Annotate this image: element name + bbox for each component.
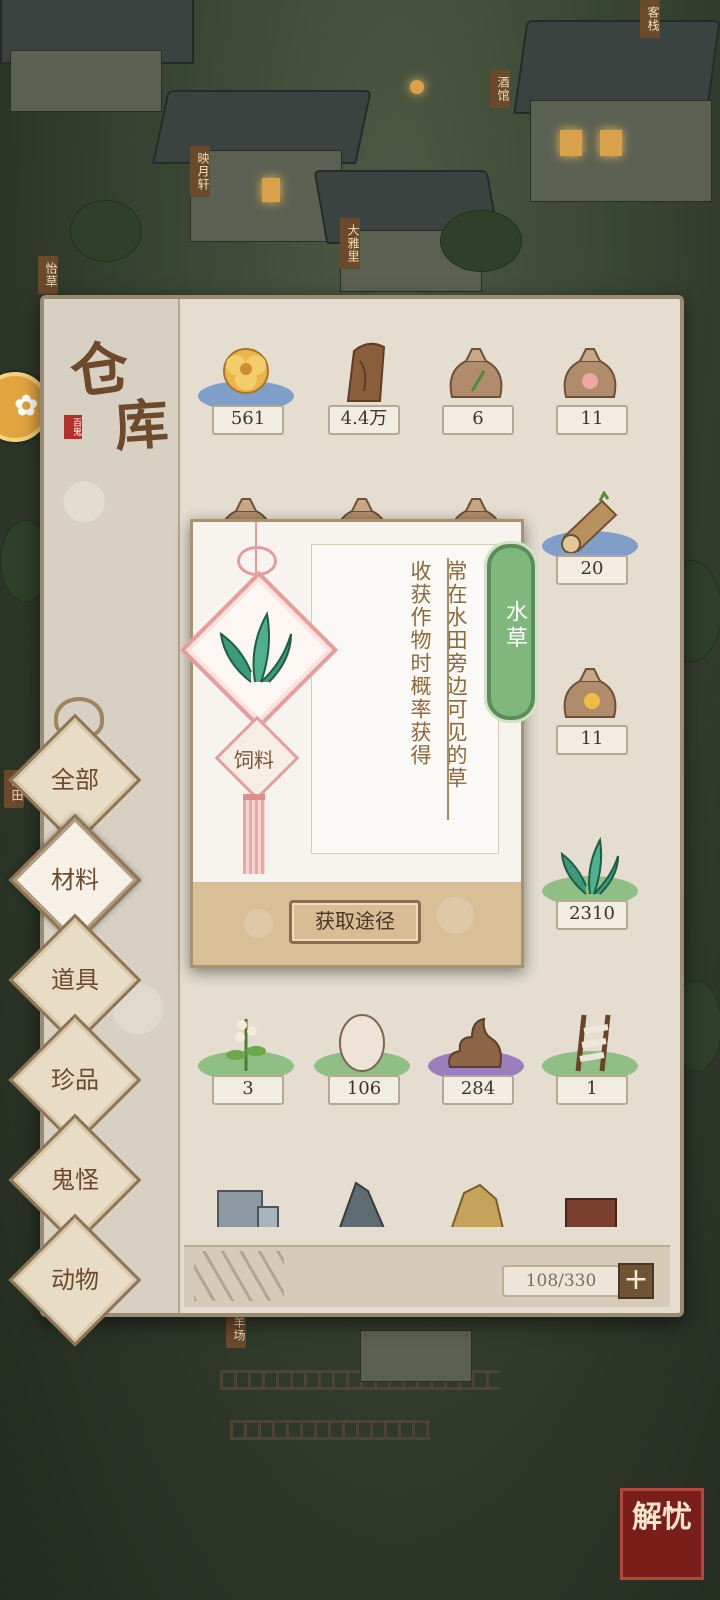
tree-trunk-icon — [346, 342, 386, 402]
item-count: 1 — [556, 1075, 628, 1105]
brick-icon — [565, 1198, 617, 1227]
herb-seed-bag-icon — [449, 348, 503, 398]
expand-capacity-button[interactable]: + — [618, 1263, 654, 1299]
warehouse-footer: 108/330 + — [184, 1245, 670, 1307]
side-event-icon: ✿ — [14, 389, 38, 422]
warehouse-title: 仓 库 百鬼 — [62, 319, 172, 459]
shed — [360, 1330, 472, 1382]
item-count: 2310 — [556, 900, 628, 930]
item-count: 4.4万 — [328, 405, 400, 435]
capacity-counter: 108/330 — [502, 1265, 620, 1297]
item-slot[interactable] — [194, 1167, 298, 1227]
sign-yingyuexuan: 映月轩 — [190, 146, 210, 197]
yellow-flower-icon — [223, 348, 269, 394]
item-count: 11 — [556, 405, 628, 435]
sign-inn: 客栈 — [640, 0, 660, 38]
item-slot[interactable]: 20 — [538, 487, 642, 607]
water-grass-icon — [560, 836, 619, 895]
sign-tavern: 酒馆 — [490, 70, 510, 108]
lit-window — [262, 178, 280, 202]
gold-ore-icon — [451, 1183, 504, 1227]
item-slot[interactable]: 2310 — [538, 832, 642, 952]
sign-yicao: 怡草 — [38, 256, 58, 294]
flower-seed-bag-icon — [563, 668, 617, 718]
bamboo-decoration — [194, 1251, 284, 1301]
wood-log-icon — [561, 491, 618, 553]
egg-icon — [339, 1014, 385, 1072]
description-divider — [447, 558, 449, 820]
acquisition-route-button[interactable]: 获取途径 — [289, 900, 421, 944]
item-count: 20 — [556, 555, 628, 585]
item-slot[interactable]: 284 — [424, 1007, 528, 1127]
item-count: 11 — [556, 725, 628, 755]
item-slot[interactable]: 11 — [538, 337, 642, 457]
item-slot[interactable] — [424, 1167, 528, 1227]
item-slot[interactable]: 3 — [194, 1007, 298, 1127]
item-slot[interactable]: 6 — [424, 337, 528, 457]
item-slot[interactable] — [538, 1167, 642, 1227]
item-category-label: 饲料 — [234, 748, 274, 772]
tree — [70, 200, 142, 262]
item-count: 3 — [212, 1075, 284, 1105]
stone-block-icon — [217, 1190, 279, 1227]
wooden-ladder-icon — [575, 1014, 611, 1072]
item-slot[interactable]: 561 — [194, 337, 298, 457]
item-name: 水草 — [502, 600, 527, 652]
item-count: 284 — [442, 1075, 514, 1105]
item-detail-popup: 常在水田旁边可见的草 收获作物时概率获得 饲料 水草 获取途径 — [179, 519, 535, 968]
red-seal: 百鬼 — [64, 415, 82, 439]
fence — [230, 1420, 430, 1440]
item-slot[interactable]: 11 — [538, 657, 642, 777]
lantern — [410, 80, 424, 94]
sign-dayali: 大雅里 — [340, 218, 360, 269]
item-count: 106 — [328, 1075, 400, 1105]
item-count: 6 — [442, 405, 514, 435]
item-slot[interactable]: 4.4万 — [310, 337, 414, 457]
rock-icon — [339, 1181, 385, 1227]
item-name-tag: 水草 — [487, 544, 535, 720]
peach-seed-bag-icon — [563, 348, 617, 398]
building-wall — [10, 50, 162, 112]
item-slot[interactable]: 1 — [538, 1007, 642, 1127]
lit-window — [600, 130, 622, 156]
item-count: 561 — [212, 405, 284, 435]
manure-icon — [448, 1017, 502, 1068]
item-slot[interactable]: 106 — [310, 1007, 414, 1127]
flower-sprig-icon — [226, 1019, 266, 1071]
title-char-2: 库 — [112, 391, 171, 459]
item-slot[interactable] — [310, 1167, 414, 1227]
tassel — [243, 794, 265, 874]
jieyou-button[interactable]: 解忧 — [620, 1488, 704, 1580]
description-panel — [311, 544, 499, 854]
lit-window — [560, 130, 582, 156]
tree — [440, 210, 522, 272]
description-line-2: 收获作物时概率获得 — [408, 560, 432, 767]
water-grass-icon — [219, 611, 292, 683]
